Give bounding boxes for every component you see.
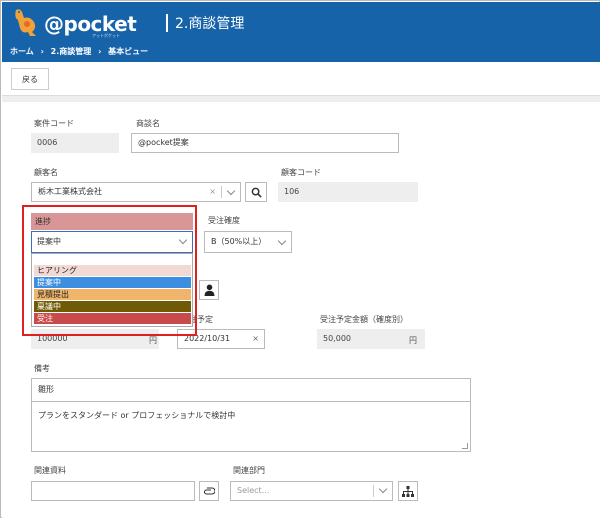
customer-value: 栃木工業株式会社 (38, 187, 102, 196)
case-code-value: 0006 (31, 133, 119, 153)
customer-label: 顧客名 (34, 168, 58, 177)
customer-code-label: 顧客コード (281, 168, 321, 177)
memo-title-input[interactable]: 雛形 (31, 378, 471, 402)
related-docs-label: 関連資料 (34, 466, 66, 475)
amount-unit: 円 (149, 336, 157, 345)
related-dept-placeholder: Select... (237, 486, 270, 495)
attach-button[interactable] (199, 481, 219, 501)
logo-subtext: アットポケット (92, 33, 120, 38)
chevron-down-icon (378, 484, 388, 494)
breadcrumb-home[interactable]: ホーム (10, 47, 34, 56)
logo-text: @pocket (44, 12, 137, 36)
progress-option-estimate[interactable]: 見積提出 (34, 289, 191, 300)
progress-value: 提案中 (37, 237, 61, 246)
customer-code-value: 106 (278, 182, 418, 202)
back-button[interactable]: 戻る (11, 68, 49, 90)
expected-amount-unit: 円 (409, 336, 417, 345)
chevron-down-icon (178, 235, 188, 245)
probability-value: B（50%以上） (211, 237, 267, 246)
search-icon (251, 187, 262, 198)
assign-user-button[interactable] (199, 280, 219, 300)
page-title: 2.商談管理 (175, 16, 245, 32)
toolbar: 戻る (2, 62, 600, 96)
customer-search-button[interactable] (245, 182, 267, 202)
progress-option-hearing[interactable]: ヒアリング (34, 265, 191, 276)
deal-name-input[interactable]: @pocket提案 (131, 133, 399, 153)
breadcrumb-separator: › (98, 47, 102, 56)
user-icon (204, 284, 214, 296)
progress-label: 進捗 (31, 213, 193, 230)
select-divider (221, 186, 222, 198)
progress-dropdown: ヒアリング 提案中 見積提出 稟議中 受注 (31, 253, 193, 327)
related-docs-input[interactable] (31, 481, 195, 501)
resize-handle-icon[interactable] (462, 443, 468, 449)
title-divider (166, 14, 168, 32)
breadcrumb: ホーム › 2.商談管理 › 基本ビュー (10, 46, 152, 57)
kangaroo-logo-icon (15, 9, 37, 37)
breadcrumb-separator: › (40, 47, 44, 56)
breadcrumb-basic-view[interactable]: 基本ビュー (108, 47, 148, 56)
breadcrumb-deals[interactable]: 2.商談管理 (51, 47, 92, 56)
progress-option-proposing[interactable]: 提案中 (34, 277, 191, 288)
customer-select[interactable]: 栃木工業株式会社 × (31, 182, 241, 202)
chevron-down-icon[interactable] (226, 186, 236, 196)
clear-icon[interactable]: × (209, 183, 216, 201)
org-chart-button[interactable] (398, 481, 418, 501)
probability-label: 受注確度 (208, 216, 240, 225)
related-dept-label: 関連部門 (233, 466, 265, 475)
deal-name-label: 商談名 (136, 119, 160, 128)
expected-amount-label: 受注予定金額（確度別） (320, 315, 408, 324)
probability-select[interactable]: B（50%以上） (204, 231, 292, 253)
app-header: @pocket アットポケット 2.商談管理 ホーム › 2.商談管理 › 基本… (2, 2, 600, 62)
select-divider (373, 485, 374, 497)
progress-select[interactable]: 提案中 (31, 231, 193, 253)
org-chart-icon (402, 485, 414, 497)
related-dept-select[interactable]: Select... (230, 481, 393, 501)
paperclip-icon (203, 487, 215, 495)
app-window: @pocket アットポケット 2.商談管理 ホーム › 2.商談管理 › 基本… (0, 0, 600, 518)
memo-label: 備考 (34, 364, 50, 373)
memo-body-text: プランをスタンダード or プロフェッショナルで検討中 (38, 411, 236, 420)
case-code-label: 案件コード (34, 119, 74, 128)
chevron-down-icon (277, 236, 287, 246)
memo-textarea[interactable]: プランをスタンダード or プロフェッショナルで検討中 (31, 402, 471, 452)
clear-icon[interactable]: × (252, 330, 259, 348)
progress-option-approval[interactable]: 稟議中 (34, 301, 191, 312)
progress-option-won[interactable]: 受注 (34, 313, 191, 324)
